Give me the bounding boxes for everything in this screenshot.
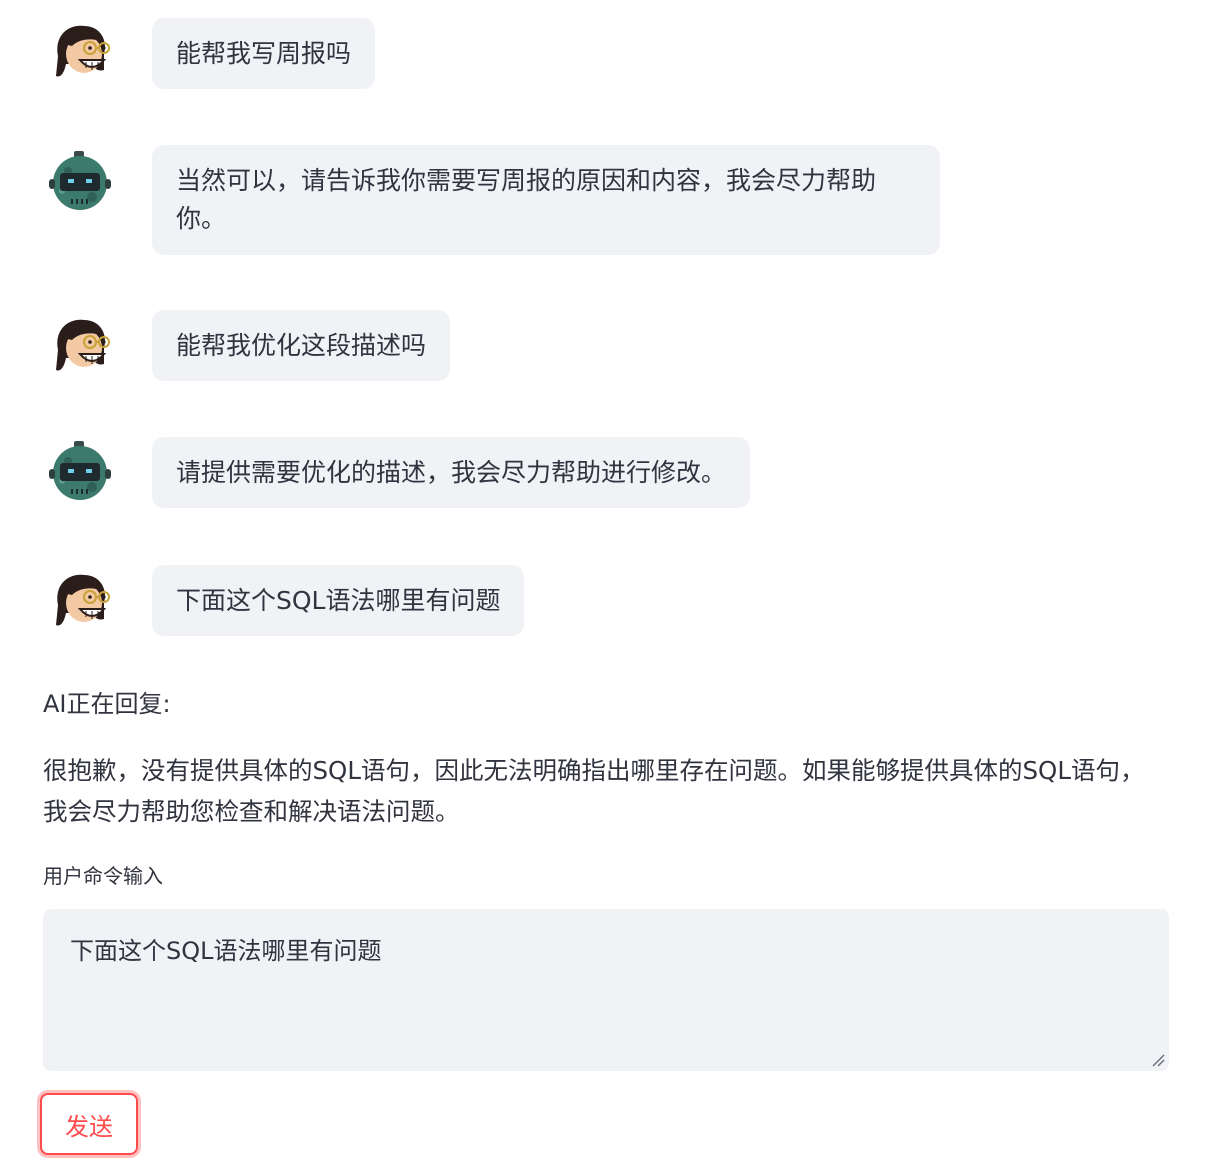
command-input-label: 用户命令输入 (43, 864, 163, 888)
user-avatar-icon (46, 18, 114, 86)
chat-message-text: 下面这个SQL语法哪里有问题 (176, 586, 501, 615)
chat-bubble: 能帮我优化这段描述吗 (152, 310, 451, 381)
chat-message-text: 能帮我优化这段描述吗 (176, 331, 427, 360)
chat-message-text: 请提供需要优化的描述，我会尽力帮助进行修改。 (176, 458, 727, 487)
chat-message-text: 当然可以，请告诉我你需要写周报的原因和内容，我会尽力帮助你。 (176, 166, 877, 233)
ai-replying-label: AI正在回复: (43, 690, 171, 718)
chat-app: 能帮我写周报吗 当然可以，请告诉我你需要写周报的原因和内容，我会尽力帮助你。 能… (0, 0, 1228, 1172)
chat-message-text: 能帮我写周报吗 (176, 39, 352, 68)
chat-bubble: 能帮我写周报吗 (152, 18, 376, 89)
chat-bubble: 当然可以，请告诉我你需要写周报的原因和内容，我会尽力帮助你。 (152, 145, 940, 255)
command-input[interactable]: 下面这个SQL语法哪里有问题 (43, 909, 1169, 1071)
ai-response-text: 很抱歉，没有提供具体的SQL语句，因此无法明确指出哪里存在问题。如果能够提供具体… (43, 756, 1145, 826)
resize-handle-icon[interactable] (1151, 1053, 1165, 1067)
chat-bubble: 下面这个SQL语法哪里有问题 (152, 565, 525, 636)
robot-avatar-icon (46, 149, 114, 217)
user-avatar-icon (46, 567, 114, 635)
robot-avatar-icon (46, 439, 114, 507)
user-avatar-icon (46, 312, 114, 380)
command-input-container: 下面这个SQL语法哪里有问题 (43, 909, 1169, 1071)
send-button[interactable]: 发送 (40, 1093, 138, 1155)
chat-bubble: 请提供需要优化的描述，我会尽力帮助进行修改。 (152, 437, 751, 508)
